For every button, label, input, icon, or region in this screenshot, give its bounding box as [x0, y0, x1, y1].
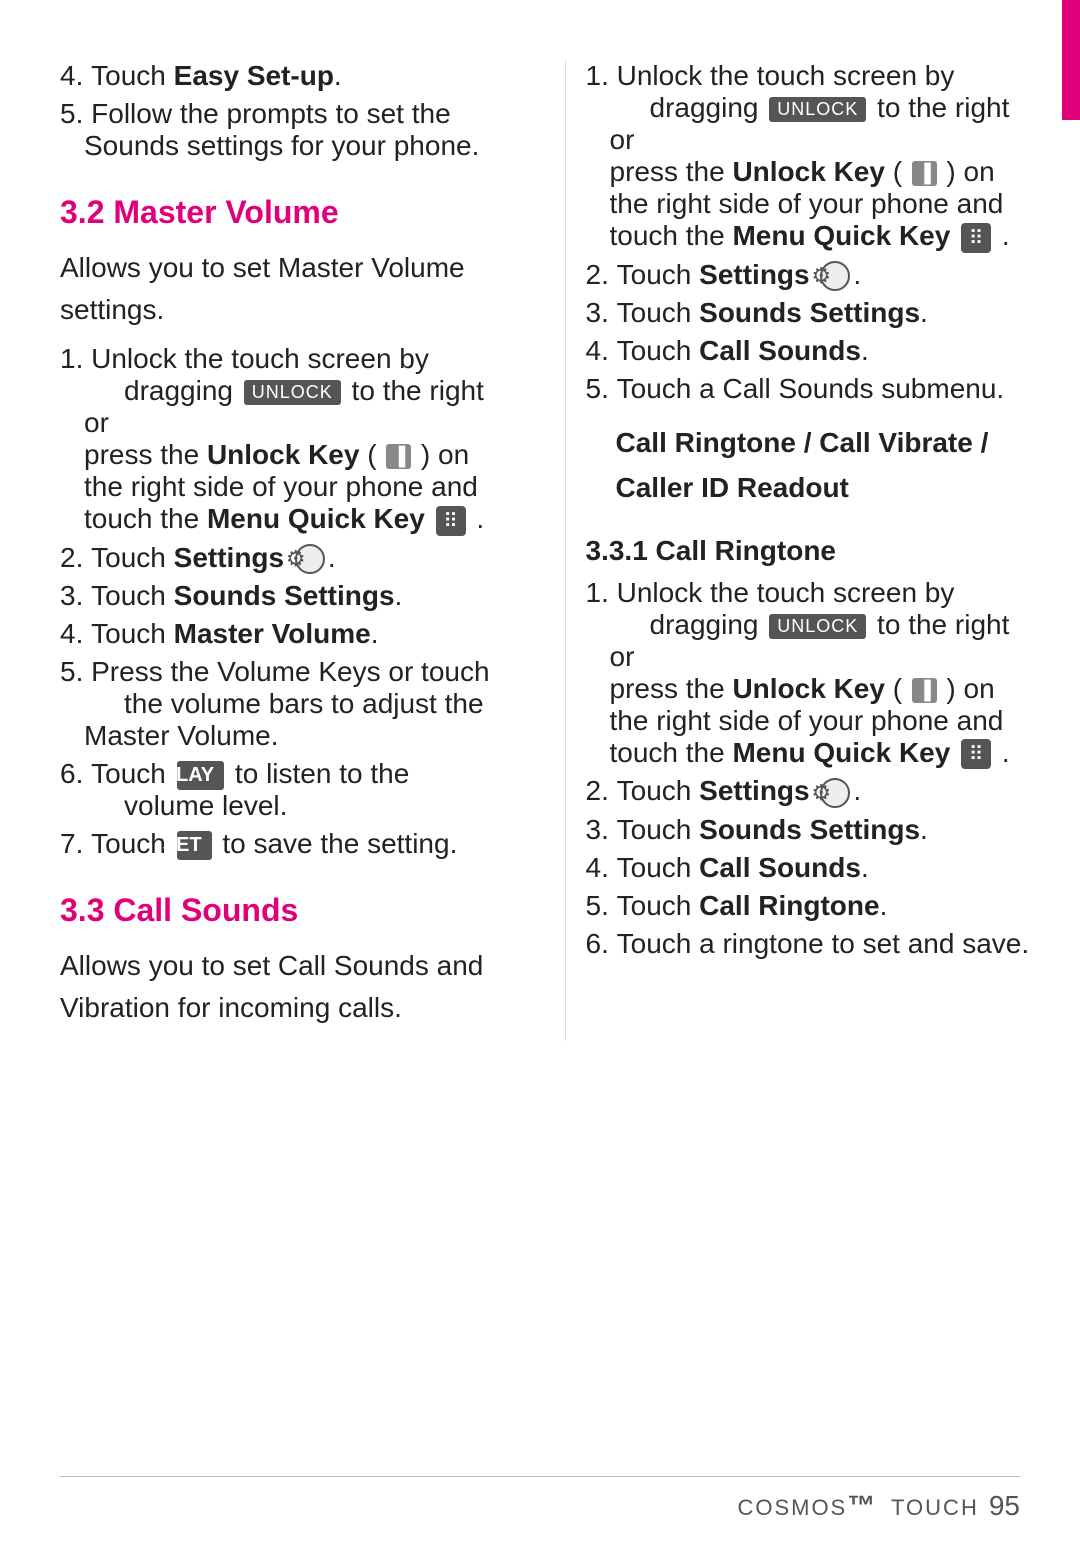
section-3-3-1-heading: 3.3.1 Call Ringtone: [586, 535, 1031, 567]
sounds-settings-label-1: Sounds Settings: [174, 580, 395, 611]
settings-icon-1: [295, 544, 325, 574]
section-3-2-description: Allows you to set Master Volume settings…: [60, 247, 505, 331]
left-step-5: 5. Press the Volume Keys or touch the vo…: [60, 656, 505, 752]
right-331-step-1-detail: dragging UNLOCK to the right or press th…: [610, 609, 1010, 768]
touch-text: TOUCH: [891, 1495, 979, 1520]
right-step-4: 4. Touch Call Sounds.: [586, 335, 1031, 367]
call-sounds-submenu: Call Ringtone / Call Vibrate / Caller ID…: [616, 421, 1031, 511]
step-5-text: Follow the prompts to set the Sounds set…: [84, 98, 479, 161]
right-step-1-detail: dragging UNLOCK to the right or press th…: [610, 92, 1010, 251]
unlock-key-label-1: Unlock Key: [207, 439, 360, 470]
key-icon-3: ▐: [912, 678, 937, 703]
menu-quick-key-label-3: Menu Quick Key: [732, 737, 950, 768]
submenu-line1: Call Ringtone / Call Vibrate /: [616, 427, 989, 458]
menu-quick-key-label-2: Menu Quick Key: [732, 220, 950, 251]
unlock-badge-1: UNLOCK: [244, 380, 341, 405]
right-331-step-4: 4. Touch Call Sounds.: [586, 852, 1031, 884]
menu-key-icon-2: [961, 223, 991, 253]
menu-key-icon-3: [961, 739, 991, 769]
call-sounds-label-2: Call Sounds: [699, 852, 861, 883]
footer-divider: [60, 1476, 1020, 1477]
left-step-5-detail: the volume bars to adjust the Master Vol…: [84, 688, 484, 751]
call-sounds-label-1: Call Sounds: [699, 335, 861, 366]
left-step-7: 7. Touch SET to save the setting.: [60, 828, 505, 860]
sounds-settings-label-3: Sounds Settings: [699, 814, 920, 845]
right-step-5: 5. Touch a Call Sounds submenu.: [586, 373, 1031, 405]
page-number: 95: [989, 1490, 1020, 1522]
unlock-badge-3: UNLOCK: [769, 614, 866, 639]
sidebar-accent-bar: [1062, 0, 1080, 120]
set-badge: SET: [177, 831, 212, 860]
settings-label-2: Settings: [699, 259, 809, 290]
cosmos-text: cosmos: [737, 1495, 847, 1520]
unlock-key-label-3: Unlock Key: [732, 673, 885, 704]
left-step-6-detail: volume level.: [84, 790, 287, 821]
right-331-step-5: 5. Touch Call Ringtone.: [586, 890, 1031, 922]
section-3-3-description: Allows you to set Call Sounds and Vibrat…: [60, 945, 505, 1029]
key-icon-1: ▐: [386, 444, 411, 469]
unlock-badge-2: UNLOCK: [769, 97, 866, 122]
right-331-step-1: 1. Unlock the touch screen by dragging U…: [586, 577, 1031, 770]
unlock-key-label-2: Unlock Key: [732, 156, 885, 187]
easy-setup-label: Easy Set-up: [174, 60, 334, 91]
footer: cosmos™ TOUCH 95: [737, 1490, 1020, 1522]
right-331-step-6: 6. Touch a ringtone to set and save.: [586, 928, 1031, 960]
left-step-6: 6. Touch PLAY to listen to the volume le…: [60, 758, 505, 822]
section-3-3-heading: 3.3 Call Sounds: [60, 892, 505, 929]
left-step-3: 3. Touch Sounds Settings.: [60, 580, 505, 612]
section-3-2-heading: 3.2 Master Volume: [60, 194, 505, 231]
settings-icon-2: [820, 261, 850, 291]
left-step-4: 4. Touch Master Volume.: [60, 618, 505, 650]
right-331-step-3: 3. Touch Sounds Settings.: [586, 814, 1031, 846]
menu-key-icon-1: [436, 506, 466, 536]
key-icon-2: ▐: [912, 161, 937, 186]
brand-name: cosmos™ TOUCH: [737, 1490, 978, 1522]
call-ringtone-label: Call Ringtone: [699, 890, 879, 921]
settings-icon-3: [820, 778, 850, 808]
menu-quick-key-label-1: Menu Quick Key: [207, 503, 425, 534]
settings-label-1: Settings: [174, 542, 284, 573]
content-area: 4. Touch Easy Set-up. 5. Follow the prom…: [0, 0, 1080, 1101]
sounds-settings-label-2: Sounds Settings: [699, 297, 920, 328]
right-step-3: 3. Touch Sounds Settings.: [586, 297, 1031, 329]
submenu-line2: Caller ID Readout: [616, 472, 849, 503]
left-step-2: 2. Touch Settings .: [60, 542, 505, 575]
left-step-1-detail: dragging UNLOCK to the right or press th…: [84, 375, 484, 534]
play-badge: PLAY: [177, 761, 225, 790]
settings-label-3: Settings: [699, 775, 809, 806]
left-step-1: 1. Unlock the touch screen by dragging U…: [60, 343, 505, 536]
step-5: 5. Follow the prompts to set the Sounds …: [60, 98, 505, 162]
right-step-1: 1. Unlock the touch screen by dragging U…: [586, 60, 1031, 253]
right-step-2: 2. Touch Settings .: [586, 259, 1031, 292]
right-column: 1. Unlock the touch screen by dragging U…: [565, 60, 1031, 1041]
left-column: 4. Touch Easy Set-up. 5. Follow the prom…: [60, 60, 525, 1041]
step-4: 4. Touch Easy Set-up.: [60, 60, 505, 92]
master-volume-label: Master Volume: [174, 618, 371, 649]
right-331-step-2: 2. Touch Settings .: [586, 775, 1031, 808]
